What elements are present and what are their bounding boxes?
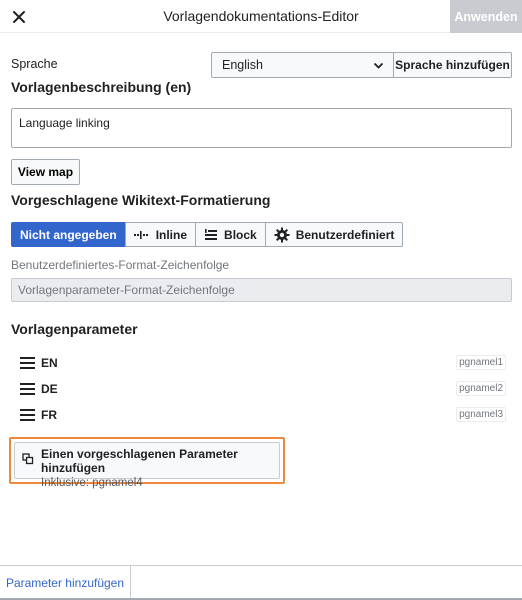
param-name: DE: [41, 382, 58, 396]
param-name: FR: [41, 408, 57, 422]
description-heading: Vorlagenbeschreibung (en): [11, 79, 192, 95]
add-suggested-param-button[interactable]: Einen vorgeschlagenen Parameter hinzufüg…: [14, 442, 280, 489]
suggest-param-highlight: Einen vorgeschlagenen Parameter hinzufüg…: [9, 437, 285, 489]
format-inline-label: Inline: [155, 227, 188, 242]
format-block-button[interactable]: Block: [195, 222, 266, 247]
custom-format-label: Benutzerdefiniertes-Format-Zeichenfolge: [11, 258, 230, 272]
param-name: EN: [41, 356, 58, 370]
language-select[interactable]: English: [211, 52, 394, 78]
gear-icon: [274, 227, 290, 242]
custom-format-input: Vorlagenparameter-Format-Zeichenfolge: [11, 278, 512, 302]
param-key: pgnamel3: [456, 407, 506, 422]
add-language-button[interactable]: Sprache hinzufügen: [393, 52, 512, 78]
format-custom-label: Benutzerdefiniert: [295, 227, 395, 242]
apply-button[interactable]: Anwenden: [450, 0, 522, 33]
dialog-title: Vorlagendokumentations-Editor: [163, 8, 359, 24]
inline-icon: [133, 230, 148, 239]
block-icon: [205, 228, 218, 240]
language-selected-value: English: [222, 58, 263, 72]
format-unspecified-button[interactable]: Nicht angegeben: [11, 222, 126, 247]
format-unspecified-label: Nicht angegeben: [20, 227, 117, 242]
params-heading: Vorlagenparameter: [11, 321, 138, 337]
dialog-footer: Parameter hinzufügen: [0, 565, 522, 600]
dialog-header: Vorlagendokumentations-Editor Anwenden: [0, 0, 522, 33]
param-row[interactable]: DE pgnamel2: [20, 380, 506, 398]
close-icon: [13, 11, 25, 23]
copy-icon: [22, 453, 34, 465]
drag-handle-icon[interactable]: [20, 357, 35, 369]
description-textarea[interactable]: Language linking: [11, 108, 512, 148]
param-key: pgnamel1: [456, 355, 506, 370]
format-block-label: Block: [224, 227, 257, 242]
param-key: pgnamel2: [456, 381, 506, 396]
add-parameter-button[interactable]: Parameter hinzufügen: [0, 566, 131, 599]
param-row[interactable]: FR pgnamel3: [20, 406, 506, 424]
view-map-button[interactable]: View map: [11, 159, 80, 185]
format-heading: Vorgeschlagene Wikitext-Formatierung: [11, 192, 271, 208]
format-inline-button[interactable]: Inline: [124, 222, 197, 247]
suggest-param-title: Einen vorgeschlagenen Parameter hinzufüg…: [41, 447, 238, 475]
drag-handle-icon[interactable]: [20, 383, 35, 395]
close-button[interactable]: [6, 4, 32, 30]
format-button-group: Nicht angegeben Inline Block Benutzerdef…: [11, 222, 404, 247]
drag-handle-icon[interactable]: [20, 409, 35, 421]
suggest-param-subtitle: Inklusive: pgnamel4: [41, 477, 143, 489]
param-row[interactable]: EN pgnamel1: [20, 354, 506, 372]
language-label: Sprache: [11, 57, 58, 71]
format-custom-button[interactable]: Benutzerdefiniert: [264, 222, 404, 247]
chevron-down-icon: [373, 62, 384, 69]
